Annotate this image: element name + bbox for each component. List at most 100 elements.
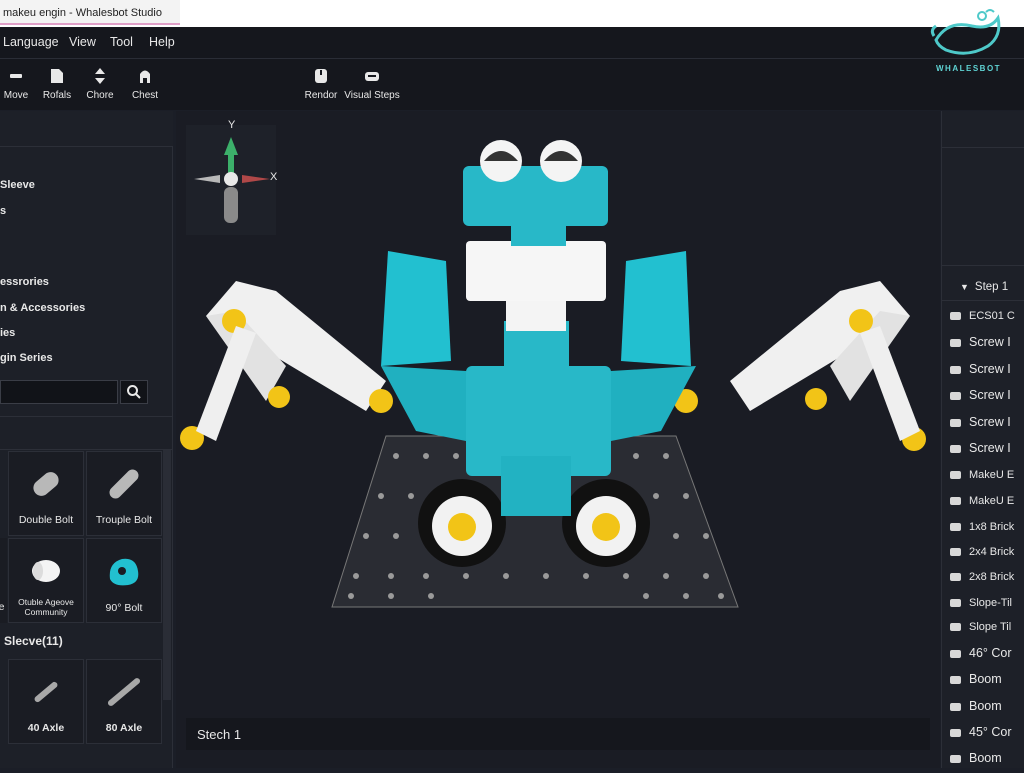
part-label: Otuble Ageove Community (18, 597, 74, 617)
part-label: 90° Bolt (105, 602, 143, 614)
brick-icon (950, 728, 961, 737)
render-button[interactable]: Rendor (303, 67, 339, 101)
part-double-bolt[interactable]: Double Bolt (8, 451, 84, 536)
step-item-label: ECS01 C (969, 310, 1015, 322)
80-axle-icon (107, 678, 141, 706)
left-wheel (418, 479, 506, 567)
step-item[interactable]: Screw I (950, 362, 1024, 386)
head (463, 166, 608, 226)
step-label: Stech 1 (197, 727, 242, 742)
visual-steps-button[interactable]: Visual Steps (343, 67, 401, 101)
brick-icon (950, 702, 961, 711)
step-item[interactable]: Boom (950, 699, 1024, 723)
left-shoulder (381, 251, 451, 366)
3d-viewport[interactable] (176, 111, 940, 768)
step-item-label: Boom (969, 751, 1002, 765)
toolbar: Move Rofals Chore Chest Rendor Visual St… (0, 58, 1024, 110)
rofals-button[interactable]: Rofals (40, 67, 74, 101)
menu-tool[interactable]: Tool (110, 35, 133, 49)
brick-icon (950, 523, 961, 532)
parts-scrollbar[interactable] (163, 450, 171, 700)
step-item[interactable]: ECS01 C (950, 310, 1024, 334)
brick-icon (950, 623, 961, 632)
part-partial[interactable]: e (0, 538, 7, 623)
step-item[interactable]: 46° Cor (950, 646, 1024, 670)
step-item[interactable]: Boom (950, 751, 1024, 768)
menu-view[interactable]: View (69, 35, 96, 49)
parts-panel-header (0, 111, 173, 147)
category-n-accessories[interactable]: n & Accessories (0, 302, 85, 314)
category-ies[interactable]: ies (0, 327, 15, 339)
grid-brick-icon (950, 573, 961, 582)
step-item[interactable]: Screw I (950, 415, 1024, 439)
step-item[interactable]: 45° Cor (950, 725, 1024, 749)
whale-logo-icon (930, 9, 1001, 55)
chevron-down-icon: ▼ (960, 282, 969, 292)
chore-button[interactable]: Chore (84, 67, 116, 101)
menu-bar: Language View Tool Help (0, 27, 1024, 58)
step-item-label: 2x8 Brick (969, 571, 1015, 583)
parts-search-button[interactable] (120, 380, 148, 404)
window-titlebar: makeu engin - Whalesbot Studio (0, 0, 1024, 27)
file-icon (51, 69, 63, 83)
step-item-label: Screw I (969, 335, 1011, 349)
step-1-header[interactable]: ▼ Step 1 (960, 281, 1024, 305)
step-item-label: Screw I (969, 388, 1011, 402)
sleeve-section-label: Slecve(11) (4, 634, 63, 648)
left-arm (180, 281, 393, 450)
brick-icon (950, 444, 961, 453)
step-item[interactable]: Screw I (950, 441, 1024, 465)
step-item[interactable]: Screw I (950, 335, 1024, 359)
menu-help[interactable]: Help (149, 35, 175, 49)
axis-gizmo-icon (194, 137, 270, 223)
move-label: Move (3, 90, 29, 101)
category-gin-series[interactable]: gin Series (0, 352, 53, 364)
menu-language[interactable]: Language (3, 35, 59, 49)
axis-y-label: Y (228, 119, 236, 131)
part-otuble-ageove[interactable]: Otuble Ageove Community (8, 538, 84, 623)
step-item[interactable]: 1x8 Brick (950, 521, 1024, 545)
step-item[interactable]: Boom (950, 672, 1024, 696)
brick-icon (950, 548, 961, 557)
category-accessories[interactable]: essrories (0, 276, 49, 288)
brick-icon (950, 391, 961, 400)
window-title: makeu engin - Whalesbot Studio (0, 0, 180, 25)
brick-icon (950, 599, 961, 608)
chore-icon (95, 68, 105, 84)
step-bar[interactable]: Stech 1 (186, 718, 930, 750)
category-s[interactable]: s (0, 205, 6, 217)
step-item[interactable]: MakeU E (950, 469, 1024, 493)
part-40-axle[interactable]: 40 Axle (8, 659, 84, 744)
axis-x-label: X (270, 171, 278, 183)
brick-icon (950, 675, 961, 684)
step-header-label: Step 1 (974, 281, 1009, 293)
step-item[interactable]: 2x4 Brick (950, 546, 1024, 570)
right-arm (674, 281, 926, 451)
step-item-label: MakeU E (969, 495, 1015, 507)
part-trouple-bolt[interactable]: Trouple Bolt (86, 451, 162, 536)
brick-icon (950, 471, 961, 480)
parts-search-input[interactable] (0, 380, 118, 404)
right-shoulder (621, 251, 691, 366)
step-item[interactable]: 2x8 Brick (950, 571, 1024, 595)
part-90-bolt[interactable]: 90° Bolt (86, 538, 162, 623)
brick-icon (950, 418, 961, 427)
rofals-label: Rofals (42, 90, 72, 101)
category-sleeve[interactable]: Sleeve (0, 179, 35, 191)
chest-button[interactable]: Chest (128, 67, 162, 101)
part-80-axle[interactable]: 80 Axle (86, 659, 162, 744)
robot-model[interactable] (176, 111, 940, 768)
step-item-label: 2x4 Brick (969, 546, 1015, 558)
brick-icon (950, 754, 961, 763)
parts-grid-header (0, 416, 173, 450)
brick-icon (950, 497, 961, 506)
step-item[interactable]: Slope Til (950, 621, 1024, 645)
step-item[interactable]: MakeU E (950, 495, 1024, 519)
sleeve-section-header[interactable]: Slecve(11) (0, 624, 163, 658)
move-button[interactable]: Move (2, 67, 30, 101)
step-item[interactable]: Screw I (950, 388, 1024, 412)
step-item[interactable]: Slope-Til (950, 597, 1024, 621)
axis-gizmo[interactable]: Y X (186, 119, 278, 235)
brick-icon (950, 338, 961, 347)
whalesbot-logo: WHALESBOT (928, 6, 1008, 74)
